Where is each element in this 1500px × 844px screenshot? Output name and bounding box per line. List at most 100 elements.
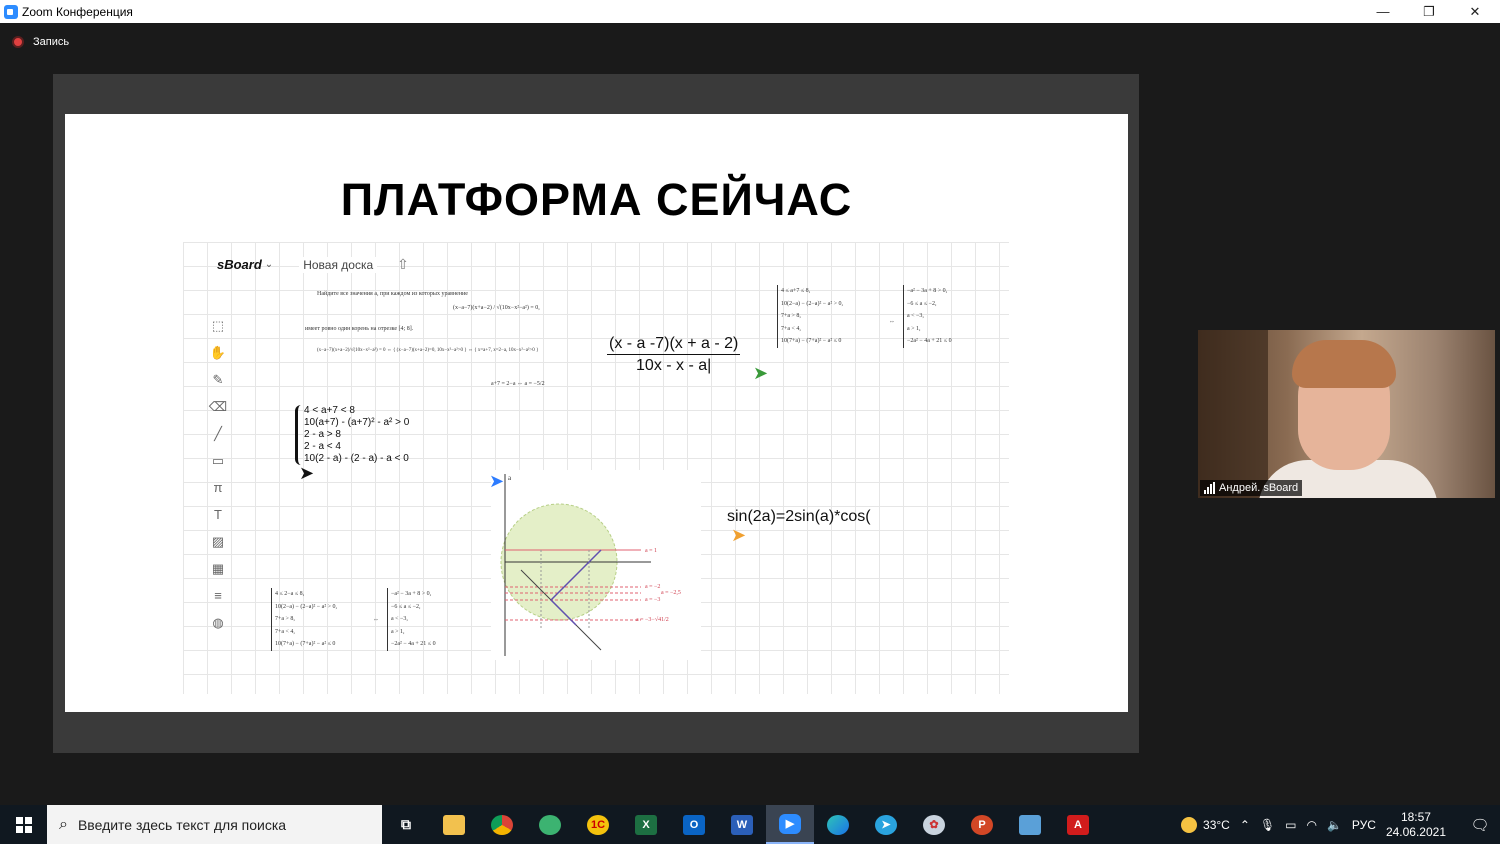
windows-taskbar: ⌕ Введите здесь текст для поиска ⧉ 1C X … bbox=[0, 805, 1500, 844]
system-line: −2a² − 4a + 21 ≤ 0 bbox=[391, 641, 436, 647]
text-icon: T bbox=[214, 507, 222, 522]
equivalence-symbol: ⇔ bbox=[889, 319, 895, 325]
bottom-left-system-right: −a² − 3a + 8 > 0, −6 ≤ a ≤ −2, a < −3, a… bbox=[387, 588, 436, 651]
task-view-icon: ⧉ bbox=[401, 816, 411, 832]
taskbar-search[interactable]: ⌕ Введите здесь текст для поиска bbox=[47, 805, 382, 844]
system-line: 2 - a > 8 bbox=[304, 429, 341, 440]
weather-sun-icon bbox=[1181, 816, 1198, 833]
clock[interactable]: 18:57 24.06.2021 bbox=[1386, 810, 1446, 840]
cursor-blue-icon: ➤ bbox=[489, 471, 505, 491]
1c-button[interactable]: 1C bbox=[574, 805, 622, 844]
zoom-app-icon bbox=[4, 4, 18, 19]
select-icon: ⬚ bbox=[211, 317, 225, 333]
file-explorer-button[interactable] bbox=[430, 805, 478, 844]
problem-text: Найдите все значения a, при каждом из ко… bbox=[317, 291, 468, 297]
recording-indicator[interactable]: Запись bbox=[12, 36, 69, 48]
equivalence-symbol: ⇔ bbox=[373, 617, 379, 623]
acrobat-button[interactable]: A bbox=[1054, 805, 1102, 844]
participant-hair bbox=[1292, 340, 1396, 388]
system-line: 4 < a+7 < 8 bbox=[304, 405, 355, 416]
board-toolbar: ⬚ ✋ ✎ ⌫ ╱ ▭ π T ▨ ▦ ≡ ◍ bbox=[207, 312, 229, 636]
record-icon bbox=[12, 36, 24, 48]
excel-button[interactable]: X bbox=[622, 805, 670, 844]
notifications-button[interactable]: 🗨 bbox=[1460, 805, 1500, 844]
chrome-button[interactable] bbox=[478, 805, 526, 844]
grid-icon: ▦ bbox=[211, 560, 225, 576]
participant-video[interactable]: Андрей. sBoard bbox=[1198, 330, 1495, 498]
microphone-button[interactable]: 🎙 bbox=[1260, 818, 1275, 832]
weather-widget[interactable]: 33°C bbox=[1181, 816, 1230, 833]
zoom-button[interactable]: ▶ bbox=[766, 805, 814, 844]
outlook-icon: O bbox=[683, 814, 705, 835]
fraction-denominator: 10x - x - a| bbox=[636, 357, 712, 374]
system-line: a > 1, bbox=[907, 325, 921, 332]
telegram-icon: ➤ bbox=[875, 814, 897, 835]
clock-time: 18:57 bbox=[1400, 809, 1431, 824]
close-button[interactable]: ✕ bbox=[1452, 0, 1498, 23]
wifi-icon: ◠ bbox=[1306, 817, 1317, 832]
show-hidden-icons-button[interactable]: ⌃ bbox=[1240, 818, 1250, 832]
graph-label: a = 1 bbox=[645, 548, 657, 554]
system-line: −a² − 3a + 8 > 0, bbox=[907, 288, 948, 294]
image-icon: ▨ bbox=[211, 533, 225, 549]
system-line: −a² − 3a + 8 > 0, bbox=[391, 591, 432, 597]
slide-title: ПЛАТФОРМА СЕЙЧАС bbox=[340, 174, 853, 225]
system-line: 7+a > 8, bbox=[275, 616, 295, 622]
bottom-left-system-left: 4 ≤ 2−a ≤ 8, 10(2−a) − (2−a)² − a² > 0, … bbox=[271, 588, 337, 651]
word-button[interactable]: W bbox=[718, 805, 766, 844]
telegram-button[interactable]: ➤ bbox=[862, 805, 910, 844]
top-right-system-right: −a² − 3a + 8 > 0, −6 ≤ a ≤ −2, a < −3, a… bbox=[903, 285, 952, 348]
system-line: 4 ≤ a+7 ≤ 8, bbox=[781, 288, 811, 294]
powerpoint-icon: P bbox=[971, 814, 993, 835]
system-line: −2a² − 4a + 21 ≤ 0 bbox=[907, 338, 952, 344]
fraction-numerator: (x - a -7)(x + a - 2) bbox=[607, 335, 741, 355]
chevron-up-icon: ⌃ bbox=[1239, 817, 1250, 832]
battery-button[interactable]: ▭ bbox=[1285, 818, 1296, 832]
system-line: 10(2−a) − (2−a)² − a² > 0, bbox=[275, 603, 337, 610]
powerpoint-button[interactable]: P bbox=[958, 805, 1006, 844]
graph-label: a = −3−√41/2 bbox=[636, 616, 669, 623]
system-line: a < −3, bbox=[391, 616, 408, 622]
cursor-green-icon: ➤ bbox=[753, 363, 769, 383]
typed-formula: sin(2a)=2sin(a)*cos( bbox=[727, 508, 871, 525]
word-icon: W bbox=[731, 814, 753, 835]
maps-button[interactable] bbox=[526, 805, 574, 844]
outlook-button[interactable]: O bbox=[670, 805, 718, 844]
temperature: 33°C bbox=[1203, 817, 1230, 832]
system-line: a > 1, bbox=[391, 628, 405, 635]
graph-label: a = −2,5 bbox=[661, 590, 681, 596]
language-indicator[interactable]: РУС bbox=[1352, 818, 1376, 832]
microphone-icon: 🎙 bbox=[1259, 817, 1276, 832]
upload-icon: ⇧ bbox=[397, 256, 409, 272]
start-button[interactable] bbox=[0, 805, 47, 844]
search-icon: ⌕ bbox=[59, 815, 68, 833]
fraction-expression: (x - a -7)(x + a - 2) 10x - x - a| bbox=[607, 335, 741, 375]
system-line: 10(2 - a) - (2 - a) - a < 0 bbox=[304, 453, 409, 464]
cursor-black-icon: ➤ bbox=[299, 463, 315, 483]
window-title: Zoom Конференция bbox=[22, 4, 133, 19]
photos-button[interactable] bbox=[1006, 805, 1054, 844]
pi-icon: π bbox=[213, 480, 223, 495]
edge-icon bbox=[827, 814, 849, 835]
hand-icon: ✋ bbox=[209, 344, 227, 360]
paint-button[interactable]: ✿ bbox=[910, 805, 958, 844]
chevron-down-icon: ⌄ bbox=[264, 259, 274, 270]
cursor-orange-icon: ➤ bbox=[731, 525, 747, 545]
file-explorer-icon bbox=[443, 814, 465, 835]
task-view-button[interactable]: ⧉ bbox=[382, 805, 430, 844]
palette-icon: ◍ bbox=[212, 614, 224, 630]
network-button[interactable]: ◠ bbox=[1306, 818, 1316, 832]
problem-step-2: a+7 = 2−a ⇔ a = −5/2 bbox=[491, 381, 545, 387]
volume-button[interactable]: 🔈 bbox=[1327, 818, 1342, 832]
line-icon: ╱ bbox=[214, 425, 222, 441]
edge-button[interactable] bbox=[814, 805, 862, 844]
minimize-button[interactable]: — bbox=[1360, 0, 1406, 23]
maximize-button[interactable]: ❐ bbox=[1406, 0, 1452, 23]
system-line: 10(7+a) − (7+a)² − a² ≤ 0 bbox=[275, 641, 336, 647]
signal-icon bbox=[1204, 482, 1215, 494]
parameter-graph: a = 1 a = −2 a = −2,5 a = −3 a = −3−√41/… bbox=[491, 470, 701, 660]
handwritten-system: 4 < a+7 < 8 10(a+7) - (a+7)² - a² > 0 2 … bbox=[295, 405, 409, 465]
system-line: −6 ≤ a ≤ −2, bbox=[907, 300, 937, 307]
photos-icon bbox=[1019, 814, 1041, 835]
system-tray: 33°C ⌃ 🎙 ▭ ◠ 🔈 РУС 18:57 24.06.2021 🗨 bbox=[1181, 805, 1500, 844]
